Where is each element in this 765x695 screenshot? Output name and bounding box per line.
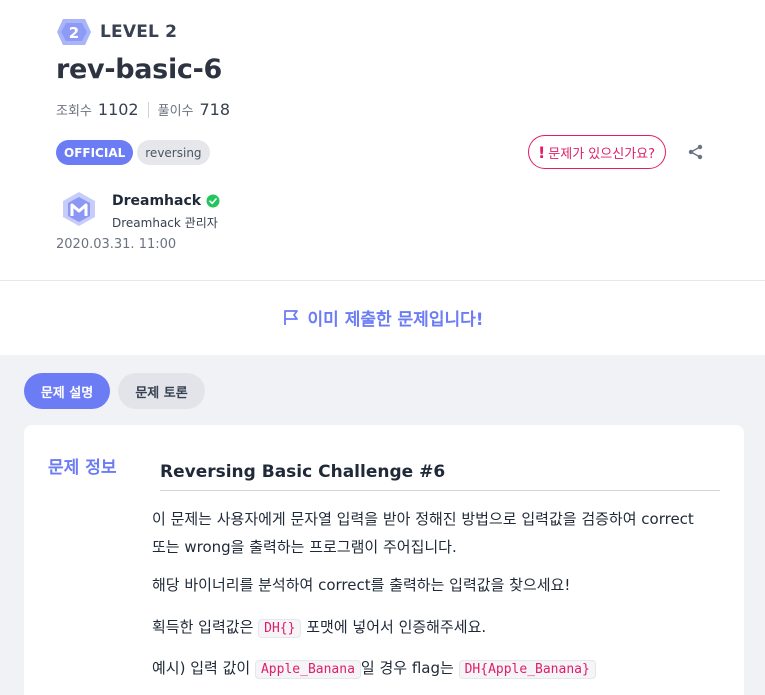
section-divider xyxy=(0,280,765,281)
author-role: Dreamhack 관리자 xyxy=(112,216,218,230)
dreamhack-logo-icon xyxy=(63,192,95,226)
flag-format-code: DH{} xyxy=(258,619,302,638)
solves-label: 풀이수 xyxy=(157,104,194,119)
level-indicator: 2 LEVEL 2 xyxy=(56,16,177,48)
views-count: 1102 xyxy=(97,100,139,119)
verified-badge-icon xyxy=(206,194,220,208)
problem-heading: Reversing Basic Challenge #6 xyxy=(160,462,720,491)
example-flag-code: DH{Apple_Banana} xyxy=(458,660,596,679)
description-line-2: 또는 wrong을 출력하는 프로그램이 주어집니다. xyxy=(152,538,457,556)
author-name-text[interactable]: Dreamhack xyxy=(112,193,201,209)
tab-discussion[interactable]: 문제 토론 xyxy=(118,373,205,409)
tag-list: OFFICIAL reversing xyxy=(56,140,210,165)
tag-reversing[interactable]: reversing xyxy=(137,140,210,165)
problem-stats: 조회수 1102 풀이수 718 xyxy=(56,100,230,119)
description-paragraph-3: 획득한 입력값은 DH{} 포맷에 넣어서 인증해주세요. xyxy=(152,613,486,643)
problem-info-label: 문제 정보 xyxy=(48,458,117,478)
page-title: rev-basic-6 xyxy=(56,54,223,85)
post-date: 2020.03.31. 11:00 xyxy=(56,237,177,252)
stats-divider xyxy=(147,101,149,118)
format-text-before: 획득한 입력값은 xyxy=(152,618,254,636)
author-name[interactable]: Dreamhack xyxy=(112,193,220,209)
description-paragraph-1: 이 문제는 사용자에게 문자열 입력을 받아 정해진 방법으로 입력값을 검증하… xyxy=(152,505,694,561)
level-badge-icon: 2 xyxy=(57,19,91,45)
share-icon[interactable] xyxy=(686,142,706,162)
level-label: LEVEL 2 xyxy=(100,22,178,42)
example-input-code: Apple_Banana xyxy=(254,660,361,679)
submitted-notice: 이미 제출한 문제입니다! xyxy=(0,305,765,330)
description-line-1: 이 문제는 사용자에게 문자열 입력을 받아 정해진 방법으로 입력값을 검증하… xyxy=(152,510,694,528)
submitted-notice-text: 이미 제출한 문제입니다! xyxy=(307,310,484,330)
report-problem-button[interactable]: ! 문제가 있으신가요? xyxy=(528,135,667,169)
report-problem-label: 문제가 있으신가요? xyxy=(548,146,656,162)
views-label: 조회수 xyxy=(56,104,92,119)
tab-description[interactable]: 문제 설명 xyxy=(24,373,110,409)
flag-icon xyxy=(283,309,298,325)
description-paragraph-2: 해당 바이너리를 분석하여 correct를 출력하는 입력값을 찾으세요! xyxy=(152,576,571,594)
format-text-after: 포맷에 넣어서 인증해주세요. xyxy=(306,618,487,636)
example-text-b: 일 경우 flag는 xyxy=(360,659,454,677)
exclamation-icon: ! xyxy=(538,142,546,162)
example-text-a: 예시) 입력 값이 xyxy=(152,659,251,677)
tag-official[interactable]: OFFICIAL xyxy=(56,140,134,165)
solves-count: 718 xyxy=(199,100,231,119)
description-paragraph-4: 예시) 입력 값이 Apple_Banana 일 경우 flag는 DH{Appl… xyxy=(152,654,596,684)
problem-info-card: 문제 정보 Reversing Basic Challenge #6 이 문제는… xyxy=(24,425,744,695)
svg-text:2: 2 xyxy=(69,24,79,42)
